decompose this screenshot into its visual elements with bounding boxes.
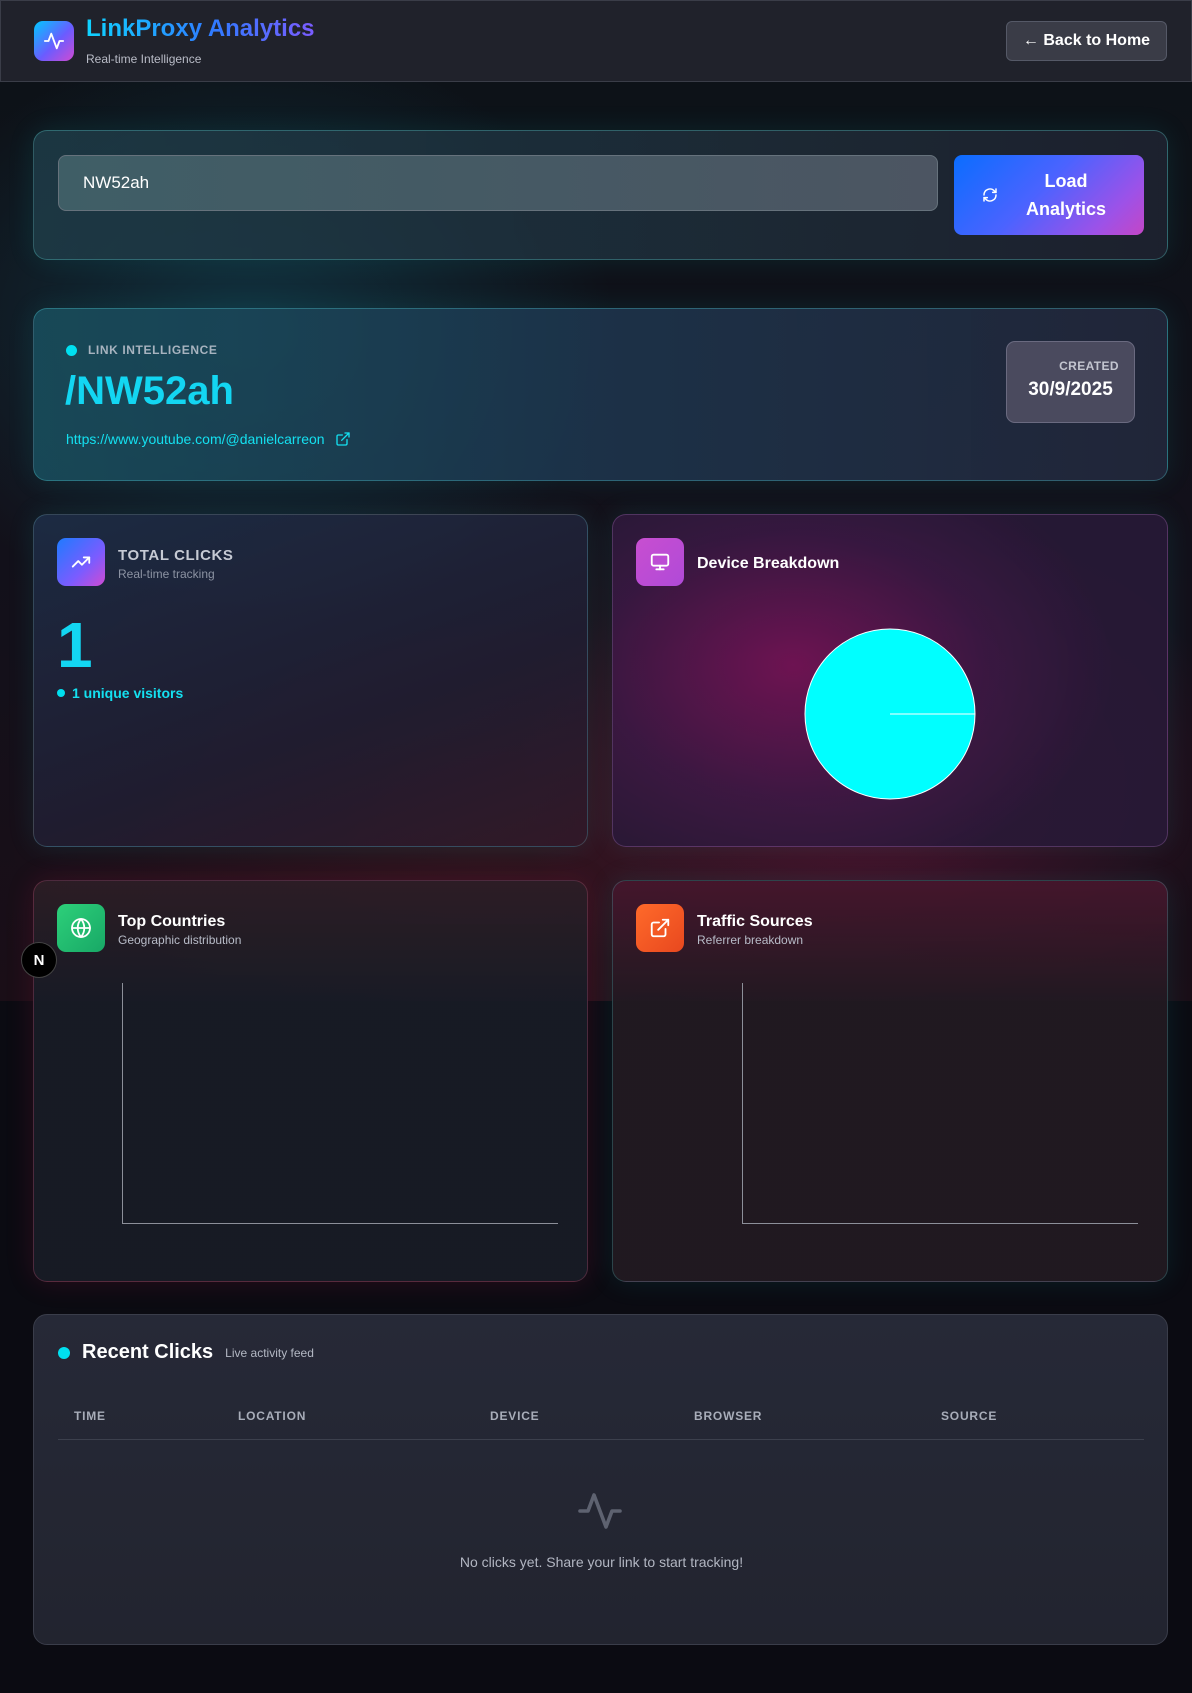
countries-chart-axes — [122, 983, 558, 1224]
empty-state-message: No clicks yet. Share your link to start … — [459, 1554, 744, 1570]
device-pie-chart — [804, 628, 976, 800]
intel-tag: LINK INTELLIGENCE — [66, 343, 218, 357]
total-clicks-card: TOTAL CLICKS Real-time tracking 1 1 uniq… — [33, 514, 588, 847]
load-label-line1: Load — [1044, 171, 1088, 191]
column-header-location: LOCATION — [238, 1409, 307, 1423]
destination-link[interactable]: https://www.youtube.com/@danielcarreon — [66, 431, 351, 447]
pulse-icon — [43, 32, 65, 50]
visitors-dot — [57, 689, 65, 697]
column-header-device: DEVICE — [490, 1409, 540, 1423]
destination-url: https://www.youtube.com/@danielcarreon — [66, 431, 325, 447]
unique-visitors: 1 unique visitors — [57, 685, 183, 701]
total-clicks-value: 1 — [57, 609, 93, 681]
short-code-title: /NW52ah — [65, 369, 234, 413]
table-header-divider — [58, 1439, 1144, 1440]
sources-chart-axes — [742, 983, 1138, 1224]
refresh-icon — [983, 188, 997, 202]
status-dot — [66, 344, 77, 356]
trending-up-icon — [71, 556, 91, 568]
recent-clicks-subtitle: Live activity feed — [225, 1345, 314, 1360]
back-to-home-label: ← Back to Home — [1022, 32, 1151, 49]
trending-up-icon-box — [57, 538, 105, 586]
brand-subtitle: Real-time Intelligence — [86, 52, 202, 66]
recent-clicks-header: Recent Clicks Live activity feed — [58, 1341, 314, 1364]
created-label: CREATED — [1059, 359, 1119, 373]
total-clicks-subtitle: Real-time tracking — [118, 567, 215, 581]
recent-clicks-card: Recent Clicks Live activity feed TIME LO… — [33, 1314, 1168, 1645]
load-label-line2: Analytics — [1025, 199, 1107, 219]
n-badge[interactable]: N — [21, 942, 57, 978]
intel-tag-label: LINK INTELLIGENCE — [88, 343, 218, 357]
load-analytics-label: Load Analytics — [1016, 167, 1116, 223]
search-card: Load Analytics — [33, 130, 1168, 260]
live-dot — [58, 1346, 70, 1359]
link-intelligence-card: LINK INTELLIGENCE /NW52ah https://www.yo… — [33, 308, 1168, 481]
column-header-source: SOURCE — [941, 1409, 998, 1423]
total-clicks-title: TOTAL CLICKS — [118, 547, 234, 564]
created-value: 30/9/2025 — [1028, 379, 1113, 400]
column-header-time: TIME — [74, 1409, 106, 1423]
top-countries-card: Top Countries Geographic distribution — [33, 880, 588, 1282]
column-header-browser: BROWSER — [694, 1409, 763, 1423]
device-breakdown-title: Device Breakdown — [697, 555, 840, 572]
external-link-icon — [335, 432, 350, 446]
brand-title: LinkProxy Analytics — [86, 15, 315, 42]
monitor-icon — [650, 553, 670, 571]
back-to-home-button[interactable]: ← Back to Home — [1006, 21, 1167, 61]
recent-clicks-title: Recent Clicks — [82, 1341, 214, 1363]
created-date-box: CREATED 30/9/2025 — [1006, 341, 1135, 423]
app-header: LinkProxy Analytics Real-time Intelligen… — [0, 0, 1192, 82]
activity-icon — [578, 1493, 622, 1529]
short-code-input[interactable] — [58, 155, 938, 211]
monitor-icon-box — [636, 538, 684, 586]
device-breakdown-card: Device Breakdown — [612, 514, 1168, 847]
logo — [34, 21, 74, 61]
load-analytics-button[interactable]: Load Analytics — [954, 155, 1144, 235]
n-badge-letter: N — [33, 951, 45, 969]
traffic-sources-card: Traffic Sources Referrer breakdown — [612, 880, 1168, 1282]
unique-visitors-label: 1 unique visitors — [72, 685, 184, 701]
